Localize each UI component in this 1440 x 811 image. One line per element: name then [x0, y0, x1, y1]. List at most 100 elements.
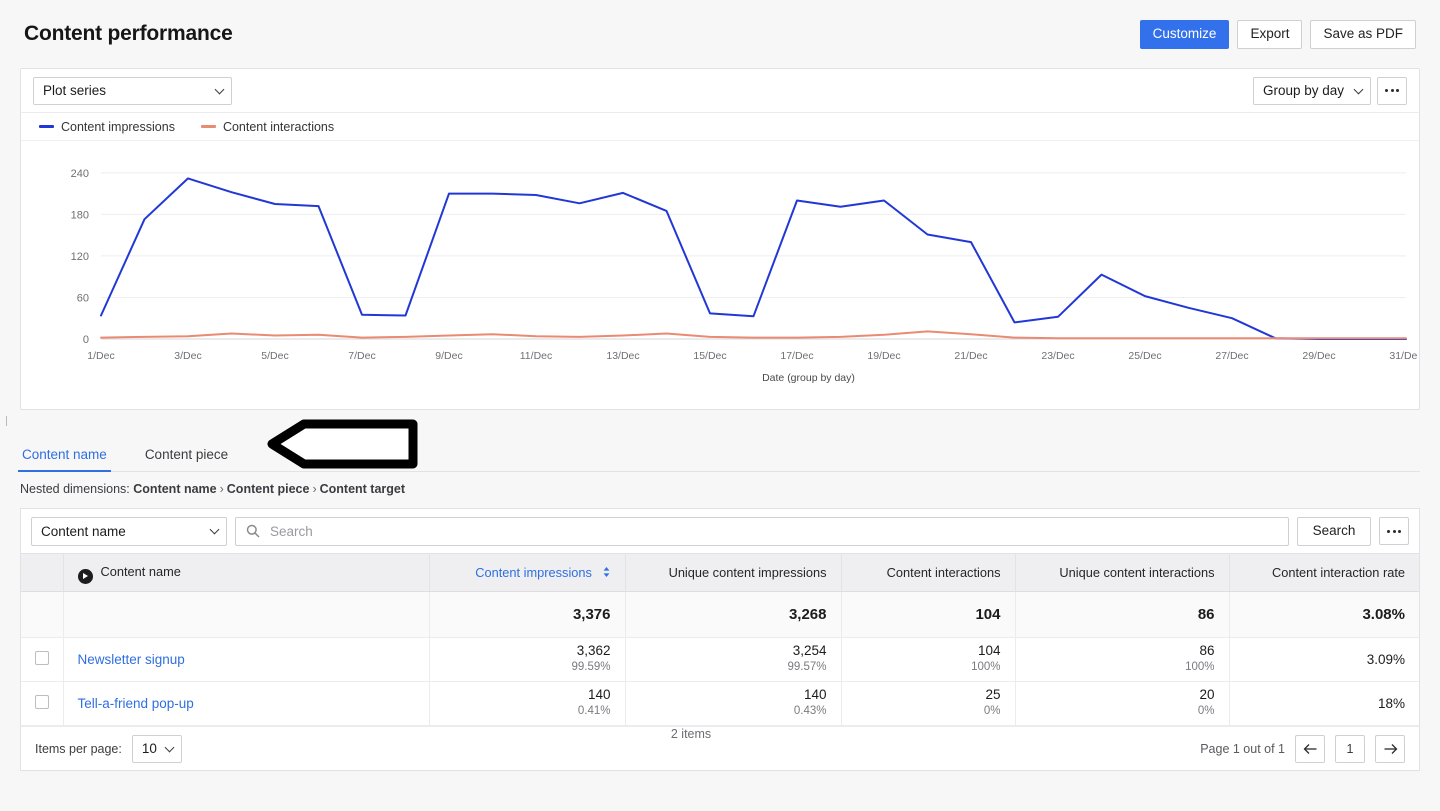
chart-toolbar-right: Group by day [1252, 76, 1407, 105]
row-unique-interactions: 86 100% [1015, 637, 1230, 682]
header-content-name[interactable]: Content name [63, 553, 430, 592]
chevron-down-icon [214, 84, 225, 94]
chart-more-options-button[interactable] [1377, 76, 1407, 105]
svg-text:29/Dec: 29/Dec [1302, 350, 1335, 362]
svg-text:21/Dec: 21/Dec [954, 350, 987, 362]
cell-value: 25 [985, 687, 1001, 703]
legend-swatch-icon [200, 125, 216, 128]
tab-content-piece[interactable]: Content piece [143, 447, 230, 471]
line-chart-svg: 0 60 120 180 240 1/Dec 3/Dec 5/Dec 7/Dec 9/Dec 11/… [71, 168, 1417, 384]
table-footer: Items per page: 10 2 items Page 1 out of… [21, 726, 1419, 770]
legend-swatch-icon [39, 125, 54, 128]
row-checkbox[interactable] [34, 651, 49, 665]
cell-value: 3,362 [576, 643, 611, 659]
search-input[interactable] [268, 522, 1278, 540]
table-header-row: Content name Content impressions Unique … [21, 553, 1419, 592]
row-unique-impressions: 140 0.43% [625, 681, 842, 726]
table-filter-row: Content name Search [21, 509, 1419, 553]
chevron-down-icon [209, 524, 220, 535]
svg-text:120: 120 [71, 251, 89, 263]
items-per-page-label: Items per page: [35, 741, 122, 756]
row-checkbox-cell[interactable] [21, 637, 64, 682]
export-button[interactable]: Export [1237, 19, 1303, 49]
save-as-pdf-button[interactable]: Save as PDF [1310, 19, 1416, 49]
cell-percent: 100% [971, 660, 1001, 673]
dimension-select[interactable]: Content name [31, 516, 227, 546]
nested-dimension-1: Content name [133, 482, 217, 496]
panel-resize-handle[interactable] [0, 410, 1440, 440]
svg-text:11/Dec: 11/Dec [520, 350, 553, 362]
header-content-interactions[interactable]: Content interactions [841, 553, 1016, 592]
plot-series-select[interactable]: Plot series [33, 76, 232, 105]
page-number-input[interactable]: 1 [1335, 734, 1365, 763]
svg-text:240: 240 [71, 168, 89, 180]
table-row: Tell-a-friend pop-up 140 0.41% 140 0.43%… [21, 681, 1419, 726]
page-status-label: Page 1 out of 1 [1200, 741, 1285, 756]
next-page-button[interactable] [1375, 734, 1405, 763]
svg-text:17/Dec: 17/Dec [780, 350, 813, 362]
row-impressions: 3,362 99.59% [429, 637, 626, 682]
content-name-link[interactable]: Tell-a-friend pop-up [78, 696, 194, 711]
chart-toolbar: Plot series Group by day [21, 69, 1419, 113]
breadcrumb-separator: › [312, 482, 317, 496]
cell-percent: 0% [983, 704, 1001, 717]
svg-text:13/Dec: 13/Dec [606, 350, 639, 362]
header-select-all[interactable] [21, 553, 64, 592]
arrow-left-icon [1303, 743, 1316, 754]
cell-value: 140 [587, 687, 611, 703]
totals-unique-impressions: 3,268 [625, 591, 842, 638]
legend-item-content-impressions[interactable]: Content impressions [39, 120, 175, 134]
row-checkbox[interactable] [34, 695, 49, 709]
search-button[interactable]: Search [1297, 516, 1371, 546]
legend-label: Content impressions [61, 119, 175, 134]
group-by-select-value: Group by day [1262, 83, 1344, 98]
resize-tick [6, 416, 7, 426]
breadcrumb-separator: › [219, 482, 224, 496]
dimension-select-value: Content name [41, 523, 126, 539]
items-per-page-select[interactable]: 10 [131, 734, 182, 763]
cell-percent: 99.59% [571, 660, 611, 673]
header-label: Content interaction rate [1271, 565, 1405, 580]
table-more-options-button[interactable] [1379, 517, 1409, 545]
data-table-card: Content name Search C [20, 508, 1420, 771]
svg-text:25/Dec: 25/Dec [1128, 350, 1161, 362]
header-label: Content interactions [886, 565, 1001, 580]
chevron-down-icon [1353, 84, 1364, 94]
cell-value: 86 [1199, 643, 1215, 659]
svg-text:60: 60 [77, 292, 89, 304]
row-checkbox-cell[interactable] [21, 681, 64, 726]
customize-button[interactable]: Customize [1139, 19, 1230, 49]
svg-text:27/Dec: 27/Dec [1215, 350, 1248, 362]
header-content-impressions[interactable]: Content impressions [429, 553, 626, 592]
svg-text:7/Dec: 7/Dec [348, 350, 375, 362]
tab-content-name[interactable]: Content name [18, 447, 111, 472]
header-unique-content-interactions[interactable]: Unique content interactions [1015, 553, 1230, 592]
chart-plot-area[interactable]: 0 60 120 180 240 1/Dec 3/Dec 5/Dec 7/Dec 9/Dec 11/… [21, 141, 1419, 409]
page-title: Content performance [24, 22, 233, 45]
svg-text:19/Dec: 19/Dec [867, 350, 900, 362]
header-content-interaction-rate[interactable]: Content interaction rate [1229, 553, 1419, 592]
legend-item-content-interactions[interactable]: Content interactions [200, 120, 334, 134]
chart-legend: Content impressions Content interactions [21, 113, 1419, 141]
previous-page-button[interactable] [1295, 734, 1325, 763]
page-header: Content performance Customize Export Sav… [0, 0, 1440, 68]
row-interactions: 25 0% [841, 681, 1016, 726]
chevron-down-icon [164, 742, 175, 752]
arrow-right-icon [1384, 743, 1397, 754]
svg-text:15/Dec: 15/Dec [693, 350, 726, 362]
totals-unique-interactions: 86 [1015, 591, 1230, 638]
content-name-link[interactable]: Newsletter signup [78, 652, 185, 667]
svg-text:180: 180 [71, 209, 89, 221]
items-per-page-group: Items per page: 10 [35, 734, 182, 763]
row-name-cell: Tell-a-friend pop-up [63, 681, 430, 726]
totals-interactions: 104 [841, 591, 1016, 638]
search-field-wrapper[interactable] [235, 516, 1289, 546]
ellipsis-horizontal-icon [1385, 89, 1388, 92]
nested-dimensions: Nested dimensions: Content name › Content … [20, 482, 1420, 496]
group-by-select[interactable]: Group by day [1252, 76, 1371, 105]
svg-text:Date (group by day): Date (group by day) [762, 372, 855, 384]
ellipsis-horizontal-icon [1387, 529, 1390, 533]
row-name-cell: Newsletter signup [63, 637, 430, 682]
header-unique-content-impressions[interactable]: Unique content impressions [625, 553, 842, 592]
cell-value: 104 [977, 643, 1001, 659]
